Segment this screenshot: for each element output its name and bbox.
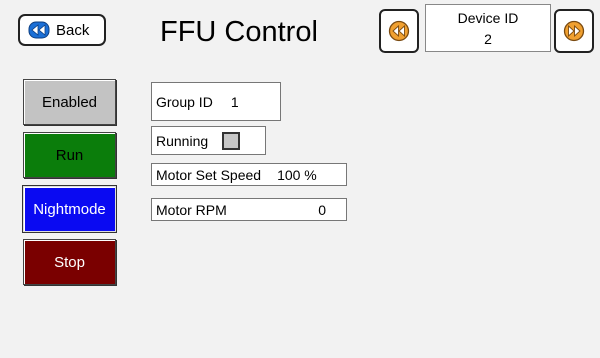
motor-set-speed-field: Motor Set Speed 100 % [151,163,347,186]
device-id-display: Device ID 2 [425,4,551,52]
rewind-icon [388,20,410,42]
device-id-value: 2 [484,31,492,47]
run-button[interactable]: Run [23,132,116,178]
stop-button[interactable]: Stop [23,239,116,285]
group-id-field: Group ID 1 [151,82,281,121]
group-id-value: 1 [230,93,239,110]
group-id-label: Group ID [156,93,213,110]
motor-rpm-label: Motor RPM [156,201,227,218]
fast-forward-icon [563,20,585,42]
running-label: Running [156,132,209,149]
previous-device-button[interactable] [379,9,419,53]
running-field: Running [151,126,266,155]
motor-rpm-field: Motor RPM 0 [151,198,347,221]
device-id-label: Device ID [457,10,519,26]
next-device-button[interactable] [554,9,594,53]
page-title: FFU Control [160,16,318,48]
running-indicator-checkbox[interactable] [222,131,241,150]
nightmode-button[interactable]: Nightmode [22,185,117,233]
enabled-button[interactable]: Enabled [23,79,116,125]
motor-rpm-value: 0 [318,201,326,218]
motor-set-speed-value: 100 % [277,166,317,183]
back-button[interactable]: Back [18,14,106,46]
motor-set-speed-label: Motor Set Speed [156,166,262,183]
back-label: Back [56,21,90,39]
rewind-icon [28,21,50,39]
